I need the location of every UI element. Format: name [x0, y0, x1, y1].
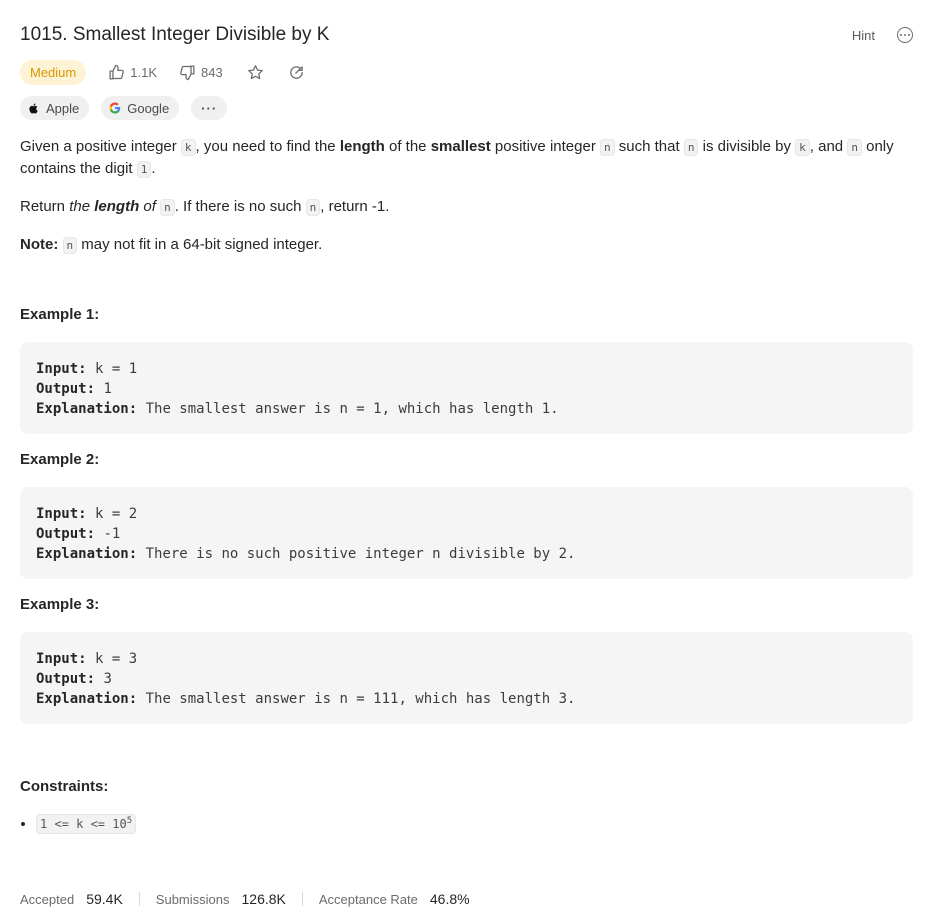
- description-note: Note: n may not fit in a 64-bit signed i…: [20, 236, 323, 254]
- constraints-heading: Constraints:: [20, 778, 109, 795]
- top-actions: Hint: [852, 22, 913, 48]
- share-icon: [289, 65, 303, 79]
- google-icon: [109, 102, 121, 114]
- difficulty-badge: Medium: [20, 59, 87, 85]
- thumbs-down-icon: [180, 64, 195, 80]
- company-tags: Apple Google ···: [20, 96, 228, 120]
- constraint-code: 1 <= k <= 105: [36, 814, 137, 834]
- meta-row: Medium 1.1K 843: [20, 59, 305, 85]
- divider: [138, 892, 140, 906]
- accepted-label: Accepted: [20, 891, 75, 907]
- company-tag-label: Google: [127, 100, 170, 116]
- hint-button[interactable]: Hint: [852, 28, 875, 43]
- problem-title: 1015. Smallest Integer Divisible by K: [20, 24, 330, 45]
- thumbs-up-icon: [109, 64, 125, 80]
- dislike-count: 843: [201, 64, 223, 80]
- description-paragraph-2: Return the length of n. If there is no s…: [20, 198, 390, 216]
- example-heading: Example 3:: [20, 596, 100, 613]
- apple-icon: [29, 103, 38, 114]
- example-block: Input: k = 1 Output: 1 Explanation: The …: [20, 342, 913, 434]
- submissions-label: Submissions: [155, 891, 230, 907]
- dislike-button[interactable]: 843: [179, 64, 223, 81]
- acceptance-rate-value: 46.8%: [429, 891, 470, 907]
- acceptance-rate-label: Acceptance Rate: [318, 891, 418, 907]
- company-tag-google[interactable]: Google: [101, 96, 180, 120]
- example-heading: Example 2:: [20, 451, 100, 468]
- example-block: Input: k = 3 Output: 3 Explanation: The …: [20, 632, 913, 724]
- company-tag-label: Apple: [46, 100, 80, 116]
- like-count: 1.1K: [130, 64, 157, 80]
- share-button[interactable]: [288, 64, 305, 81]
- divider: [301, 892, 303, 906]
- description-paragraph-1: Given a positive integer k, you need to …: [20, 138, 894, 178]
- more-options-icon[interactable]: [897, 27, 913, 43]
- accepted-value: 59.4K: [86, 891, 123, 907]
- example-heading: Example 1:: [20, 306, 100, 323]
- submissions-value: 126.8K: [241, 891, 286, 907]
- favorite-button[interactable]: [247, 64, 264, 81]
- problem-description: Given a positive integer k, you need to …: [20, 136, 900, 256]
- constraints-list: 1 <= k <= 105: [20, 814, 137, 834]
- like-button[interactable]: 1.1K: [108, 64, 157, 81]
- more-tags-button[interactable]: ···: [191, 96, 228, 120]
- star-icon: [247, 64, 263, 79]
- title-row: 1015. Smallest Integer Divisible by K Hi…: [20, 22, 913, 48]
- constraint-item: 1 <= k <= 105: [36, 814, 137, 834]
- company-tag-apple[interactable]: Apple: [20, 96, 90, 120]
- submission-stats: Accepted 59.4K Submissions 126.8K Accept…: [20, 889, 470, 909]
- example-block: Input: k = 2 Output: -1 Explanation: The…: [20, 487, 913, 579]
